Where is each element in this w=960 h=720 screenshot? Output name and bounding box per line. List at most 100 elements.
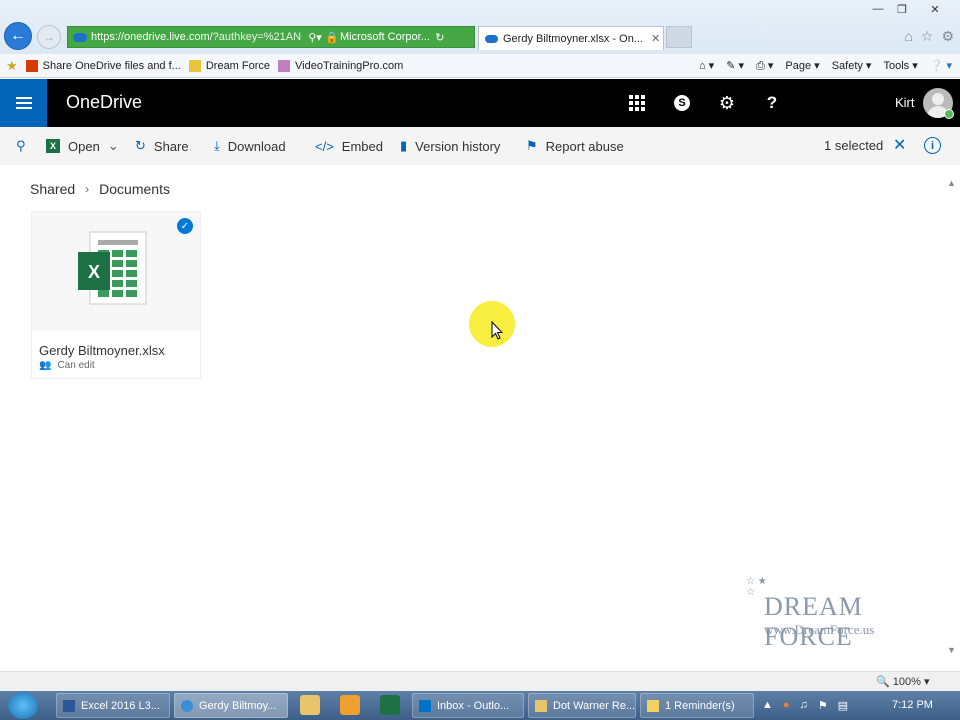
- share-label: Share: [153, 138, 189, 154]
- flag-icon[interactable]: ⚑: [818, 699, 828, 712]
- tools-menu[interactable]: Tools ▾: [883, 59, 917, 73]
- system-tray: ▲ ● ♫ ⚑ ▤: [762, 699, 848, 712]
- search-dropdown-icon[interactable]: ⚲▾: [305, 31, 325, 44]
- excel-icon: X: [46, 139, 60, 153]
- file-tile[interactable]: X ✓ Gerdy Biltmoyner.xlsx 👥 Can edit: [31, 211, 201, 379]
- network-icon[interactable]: ▤: [838, 699, 848, 712]
- skype-icon[interactable]: S: [659, 79, 705, 127]
- reminder-bell-icon: [647, 699, 659, 712]
- report-abuse-button[interactable]: ⚑ Report abuse: [526, 127, 624, 165]
- folder-icon: [535, 699, 547, 712]
- open-button[interactable]: X Open ⌄: [46, 127, 119, 165]
- scroll-up-icon[interactable]: ▲: [947, 178, 956, 188]
- download-icon: ⤓: [214, 138, 220, 153]
- clear-selection-icon[interactable]: ✕: [893, 135, 906, 155]
- settings-gear-icon[interactable]: ⚙: [704, 79, 750, 127]
- version-history-button[interactable]: ▮ Version history: [400, 127, 500, 165]
- back-button[interactable]: ←: [4, 22, 32, 50]
- home-icon[interactable]: ⌂: [904, 28, 912, 45]
- restore-icon[interactable]: ❐: [890, 0, 914, 18]
- page-menu-label: Page: [785, 60, 812, 72]
- favorite-label: VideoTrainingPro.com: [295, 59, 404, 72]
- breadcrumb: Shared › Documents: [30, 181, 170, 197]
- taskbar-label: Excel 2016 L3...: [81, 699, 160, 712]
- breadcrumb-documents[interactable]: Documents: [99, 181, 170, 197]
- page-menu[interactable]: Page ▾: [785, 59, 819, 73]
- site-identity[interactable]: Microsoft Corpor...: [340, 31, 430, 43]
- file-explorer-icon[interactable]: [300, 695, 320, 715]
- tray-expand-icon[interactable]: ▲: [762, 699, 773, 712]
- status-bar: 🔍 100% ▾: [0, 671, 960, 691]
- lock-icon[interactable]: 🔒: [325, 31, 339, 44]
- favorite-link-share-onedrive[interactable]: Share OneDrive files and f...: [25, 59, 181, 72]
- taskbar-item-outlook[interactable]: Inbox - Outlo...: [412, 693, 524, 718]
- app-title[interactable]: OneDrive: [66, 92, 142, 113]
- onedrive-header: OneDrive S ⚙ ? Kirt: [0, 79, 960, 127]
- breadcrumb-shared[interactable]: Shared: [30, 181, 75, 197]
- safety-menu[interactable]: Safety ▾: [832, 59, 872, 73]
- file-name[interactable]: Gerdy Biltmoyner.xlsx: [39, 343, 165, 358]
- app-launcher-menu-icon[interactable]: [0, 79, 47, 127]
- media-player-icon[interactable]: [340, 695, 360, 715]
- url-host: https://onedrive.live.com: [91, 31, 210, 43]
- office-apps-waffle-icon[interactable]: [614, 79, 660, 127]
- embed-button[interactable]: </> Embed: [315, 127, 383, 165]
- minimize-icon[interactable]: —: [866, 0, 890, 18]
- close-tab-icon[interactable]: ✕: [651, 32, 660, 45]
- tab-title: Gerdy Biltmoyner.xlsx - On...: [503, 32, 643, 45]
- browser-tab-active[interactable]: Gerdy Biltmoyner.xlsx - On... ✕: [478, 26, 664, 50]
- videotraining-icon: [278, 59, 291, 72]
- start-button[interactable]: [8, 692, 38, 719]
- taskbar-label: Gerdy Biltmoy...: [199, 699, 277, 712]
- outlook-icon: [419, 699, 431, 712]
- favorites-bar: ★ Share OneDrive files and f... Dream Fo…: [0, 54, 960, 78]
- taskbar-label: 1 Reminder(s): [665, 699, 735, 712]
- forward-button[interactable]: →: [37, 25, 61, 49]
- volume-icon[interactable]: ♫: [800, 699, 808, 712]
- download-button[interactable]: ⤓ Download: [214, 127, 286, 165]
- embed-code-icon: </>: [315, 138, 334, 154]
- onedrive-favicon-icon: [73, 32, 87, 42]
- taskbar-item-word[interactable]: Excel 2016 L3...: [56, 693, 170, 718]
- taskbar-item-folder[interactable]: Dot Warner Re...: [528, 693, 636, 718]
- chevron-down-icon: ⌄: [107, 138, 119, 153]
- favorites-star-icon[interactable]: ☆: [921, 28, 934, 45]
- user-name[interactable]: Kirt: [895, 95, 915, 110]
- address-bar[interactable]: https://onedrive.live.com/?authkey=%21AN…: [67, 26, 475, 48]
- zoom-level: 100%: [892, 676, 921, 688]
- add-favorite-star-icon[interactable]: ★: [6, 58, 18, 74]
- help-icon[interactable]: ❔ ▾: [930, 59, 952, 73]
- search-button[interactable]: ⚲: [16, 127, 34, 165]
- clock[interactable]: 7:12 PM: [892, 699, 933, 711]
- favorite-link-dream-force[interactable]: Dream Force: [188, 59, 270, 72]
- url-rest: /?authkey=%21AN: [209, 31, 302, 43]
- print-icon[interactable]: ⎙ ▾: [756, 59, 773, 73]
- excel-taskbar-icon[interactable]: [380, 695, 400, 715]
- settings-gear-icon[interactable]: ⚙: [941, 28, 954, 45]
- file-thumbnail: X ✓: [32, 212, 200, 330]
- feeds-icon[interactable]: ✎ ▾: [726, 59, 744, 73]
- favorite-label: Share OneDrive files and f...: [42, 59, 181, 72]
- taskbar-item-ie[interactable]: Gerdy Biltmoy...: [174, 693, 288, 718]
- command-bar: ⚲ X Open ⌄ ↻ Share ⤓ Download </> Embed ▮ Vers…: [0, 127, 960, 165]
- share-icon: ↻: [135, 138, 146, 153]
- close-window-icon[interactable]: ✕: [914, 0, 956, 18]
- url-text: https://onedrive.live.com/?authkey=%21AN: [91, 31, 305, 43]
- share-button[interactable]: ↻ Share: [135, 127, 189, 165]
- zoom-icon: 🔍: [876, 676, 890, 688]
- help-question-icon[interactable]: ?: [749, 79, 795, 127]
- safety-menu-label: Safety: [831, 60, 863, 72]
- info-pane-icon[interactable]: i: [924, 137, 941, 154]
- home-page-icon[interactable]: ⌂ ▾: [699, 59, 714, 73]
- refresh-icon[interactable]: ↻: [430, 31, 450, 44]
- download-label: Download: [227, 138, 286, 154]
- file-permission: 👥 Can edit: [39, 360, 95, 371]
- taskbar-item-reminders[interactable]: 1 Reminder(s): [640, 693, 754, 718]
- selected-check-icon[interactable]: ✓: [177, 218, 193, 234]
- new-tab-button[interactable]: [666, 26, 692, 48]
- update-icon[interactable]: ●: [783, 699, 790, 712]
- scroll-down-icon[interactable]: ▼: [947, 645, 956, 655]
- favorite-link-videotraining[interactable]: VideoTrainingPro.com: [278, 59, 404, 72]
- dreamforce-watermark: ☆ ★ ☆ DREAM FORCE www.DreamForce.us: [744, 574, 934, 651]
- zoom-control[interactable]: 🔍 100% ▾: [876, 675, 929, 688]
